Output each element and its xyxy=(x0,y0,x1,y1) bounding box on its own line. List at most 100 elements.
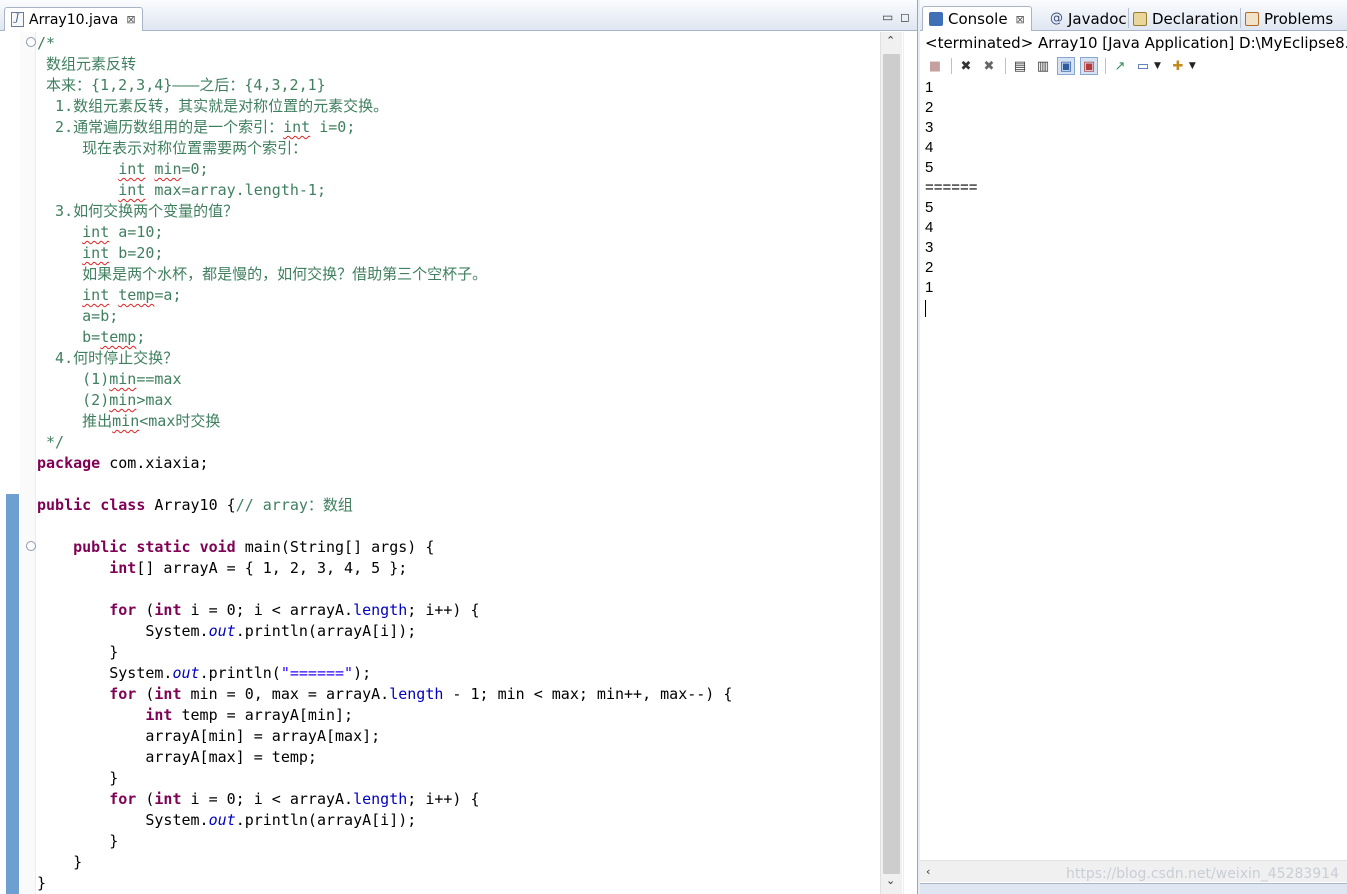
editor-vertical-scrollbar[interactable]: ⌃ ⌄ xyxy=(880,32,902,894)
tab-label: Declaration xyxy=(1152,9,1239,28)
console-tabbar: Console ⊠ @ Javadoc Declaration Problems xyxy=(920,0,1347,31)
comment-text: max=array.length-1; xyxy=(145,181,326,199)
chevron-down-icon[interactable]: ▼ xyxy=(1154,61,1161,71)
tab-label: Console xyxy=(948,10,1008,28)
remove-launch-icon[interactable]: ✖ xyxy=(957,57,975,75)
pin-console-icon[interactable]: ↗ xyxy=(1111,57,1129,75)
console-output[interactable]: 1 2 3 4 5 ====== 5 4 3 2 1 xyxy=(925,78,978,317)
code-text: System. xyxy=(37,622,209,640)
comment-text: 推出 xyxy=(37,412,113,430)
code-line: } xyxy=(37,873,877,894)
clear-console-icon[interactable]: ▤ xyxy=(1011,57,1029,75)
tab-javadoc[interactable]: @ Javadoc xyxy=(1050,6,1127,31)
code-text: min = 0, max = arrayA. xyxy=(181,685,390,703)
display-console-icon[interactable]: ▭ xyxy=(1134,57,1152,75)
comment-text: =a; xyxy=(154,286,182,304)
toolbar-divider xyxy=(951,58,952,74)
code-line: System.out.println("======"); xyxy=(37,663,877,684)
show-stderr-icon[interactable]: ▣ xyxy=(1080,57,1098,75)
code-text: i = 0; i < arrayA. xyxy=(181,790,354,808)
show-stdout-icon[interactable]: ▣ xyxy=(1057,57,1075,75)
code-line: 推出min<max时交换 xyxy=(37,411,877,432)
scrollbar-thumb[interactable] xyxy=(883,54,900,874)
overview-ruler[interactable] xyxy=(903,32,917,894)
terminate-icon[interactable]: ■ xyxy=(926,57,944,75)
maximize-icon[interactable]: ◻ xyxy=(900,10,910,24)
keyword: int xyxy=(154,685,182,703)
code-line: 如果是两个水杯，都是慢的，如何交换？借助第三个空杯子。 xyxy=(37,264,877,285)
tab-array10-java[interactable]: Array10.java ⊠ xyxy=(4,7,143,31)
keyword: int xyxy=(145,706,173,724)
declaration-icon xyxy=(1133,11,1147,26)
code-text: ( xyxy=(136,601,155,619)
keyword: for xyxy=(109,601,137,619)
static-field-text: out xyxy=(172,664,200,682)
chevron-down-icon[interactable]: ▼ xyxy=(1189,61,1196,71)
code-line: } xyxy=(37,768,877,789)
spell-error-text: min xyxy=(109,370,137,388)
change-indicator-bar xyxy=(6,494,19,894)
scroll-lock-icon[interactable]: ▥ xyxy=(1034,57,1052,75)
output-line: 2 xyxy=(925,259,934,276)
keyword: package xyxy=(37,454,101,472)
close-tab-icon[interactable]: ⊠ xyxy=(1016,13,1025,26)
fold-method-icon[interactable] xyxy=(26,541,36,551)
console-icon xyxy=(929,12,943,26)
spell-error-text: int xyxy=(118,181,146,199)
spell-error-text: int xyxy=(118,160,146,178)
spell-error-text: int xyxy=(82,286,110,304)
tab-console[interactable]: Console ⊠ xyxy=(922,6,1032,31)
code-line: /* xyxy=(37,33,877,54)
close-tab-icon[interactable]: ⊠ xyxy=(126,13,135,26)
output-line: ====== xyxy=(925,179,978,196)
comment-text: =0; xyxy=(181,160,209,178)
scroll-up-icon[interactable]: ⌃ xyxy=(886,34,895,47)
code-text: } xyxy=(37,832,119,850)
scroll-down-icon[interactable]: ⌄ xyxy=(886,874,895,887)
toolbar-divider xyxy=(1005,58,1006,74)
code-line: (1)min==max xyxy=(37,369,877,390)
field-text: length xyxy=(389,685,444,703)
code-text: } xyxy=(37,853,83,871)
comment-text: 现在表示对称位置需要两个索引： xyxy=(37,139,308,157)
comment-text: (2) xyxy=(37,391,110,409)
code-text: ( xyxy=(136,790,155,808)
remove-all-terminated-icon[interactable]: ✖ xyxy=(980,57,998,75)
code-text: ); xyxy=(353,664,372,682)
scroll-left-icon[interactable]: ‹ xyxy=(926,865,930,878)
code-text: temp = arrayA[min]; xyxy=(172,706,354,724)
code-area[interactable]: /* 数组元素反转 本来：{1,2,3,4}———之后：{4,3,2,1} 1.… xyxy=(37,33,877,894)
bottom-tabbar xyxy=(920,883,1347,894)
output-line: 5 xyxy=(925,159,934,176)
minimize-icon[interactable]: ▭ xyxy=(882,10,893,24)
tab-label: Problems xyxy=(1264,9,1334,28)
comment-text: >max xyxy=(136,391,173,409)
fold-comment-icon[interactable] xyxy=(26,37,36,47)
spell-error-text: temp xyxy=(100,328,137,346)
tab-declaration[interactable]: Declaration xyxy=(1133,6,1238,31)
code-line: } xyxy=(37,852,877,873)
open-console-icon[interactable]: ✚ xyxy=(1169,57,1187,75)
spell-error-text: min xyxy=(112,412,140,430)
code-line: int[] arrayA = { 1, 2, 3, 4, 5 }; xyxy=(37,558,877,579)
comment-text: /* xyxy=(37,34,56,52)
comment-text: 3.如何交换两个变量的值？ xyxy=(37,202,239,220)
tab-problems[interactable]: Problems xyxy=(1245,6,1333,31)
comment-text: 数组元素反转 xyxy=(37,55,137,73)
keyword: static xyxy=(136,538,191,556)
code-line: arrayA[min] = arrayA[max]; xyxy=(37,726,877,747)
code-line: int temp = arrayA[min]; xyxy=(37,705,877,726)
code-text: } xyxy=(37,769,119,787)
code-line: a=b; xyxy=(37,306,877,327)
static-field-text: out xyxy=(208,622,236,640)
